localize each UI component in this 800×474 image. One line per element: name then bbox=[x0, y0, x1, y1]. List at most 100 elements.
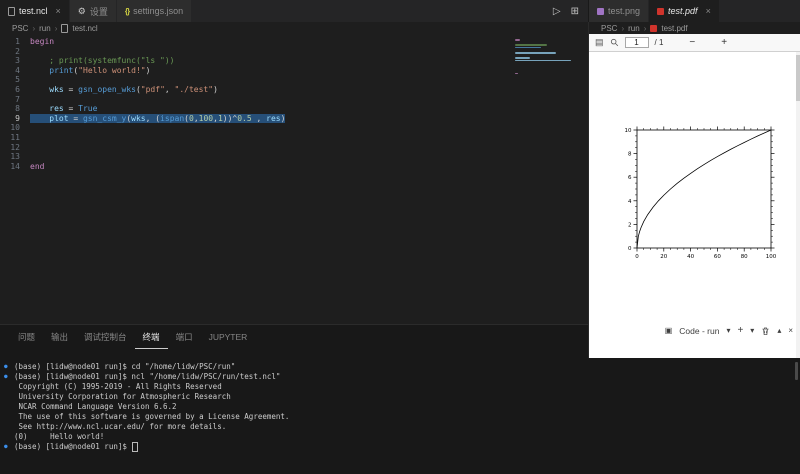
tab-settings-json[interactable]: {} settings.json bbox=[117, 0, 192, 22]
kill-terminal-icon[interactable] bbox=[761, 326, 770, 336]
close-panel-button[interactable]: × bbox=[788, 326, 793, 335]
zoom-out-button[interactable]: − bbox=[689, 37, 695, 48]
tab-label: test.ncl bbox=[19, 6, 48, 16]
code-line[interactable]: 10 bbox=[0, 123, 285, 133]
svg-text:2: 2 bbox=[628, 222, 632, 228]
panel-header: 问题 输出 调试控制台 终端 端口 JUPYTER bbox=[0, 324, 588, 358]
code-line[interactable]: 13 bbox=[0, 152, 285, 162]
tab-label: 设置 bbox=[90, 5, 108, 18]
code-line[interactable]: 12 bbox=[0, 143, 285, 153]
page-total-label: / 1 bbox=[655, 38, 664, 47]
breadcrumb-item[interactable]: PSC bbox=[601, 24, 617, 33]
code-line[interactable]: 6 wks = gsn_open_wks("pdf", "./test") bbox=[0, 85, 285, 95]
terminal-line-gutter bbox=[4, 402, 14, 412]
new-terminal-button[interactable]: + bbox=[737, 325, 743, 336]
vscode-window: test.ncl × ⚙ 设置 {} settings.json ▷ ⊞ tes… bbox=[0, 0, 800, 474]
panel-tab-terminal[interactable]: 终端 bbox=[135, 325, 168, 349]
code-line[interactable]: 11 bbox=[0, 133, 285, 143]
close-icon[interactable]: × bbox=[706, 6, 711, 16]
minimap-line bbox=[515, 73, 518, 75]
pdf-chart: 0204060801000246810 bbox=[611, 122, 787, 278]
terminal-line: ●(base) [lidw@node01 run]$ ncl "/home/li… bbox=[4, 372, 800, 382]
code-line[interactable]: 7 bbox=[0, 95, 285, 105]
split-editor-button[interactable]: ⊞ bbox=[571, 6, 579, 17]
command-decoration-dot: ● bbox=[4, 362, 14, 372]
svg-text:8: 8 bbox=[628, 152, 632, 158]
pdf-toolbar: ▤ / 1 − + bbox=[589, 34, 800, 52]
svg-text:4: 4 bbox=[628, 199, 632, 205]
terminal-line: (0) Hello world! bbox=[4, 432, 800, 442]
svg-text:20: 20 bbox=[660, 254, 667, 260]
breadcrumb-item[interactable]: run bbox=[39, 24, 51, 33]
panel-tab-problems[interactable]: 问题 bbox=[10, 325, 43, 349]
chevron-right-icon: › bbox=[621, 24, 624, 33]
terminal-content: ●(base) [lidw@node01 run]$ cd "/home/lid… bbox=[4, 362, 800, 452]
terminal-scrollbar[interactable] bbox=[795, 362, 798, 380]
tab-test-ncl[interactable]: test.ncl × bbox=[0, 0, 70, 22]
minimap-line bbox=[515, 44, 547, 46]
left-tab-group: test.ncl × ⚙ 设置 {} settings.json ▷ ⊞ bbox=[0, 0, 588, 22]
terminal-launch-dropdown-icon[interactable]: ▾ bbox=[750, 326, 754, 335]
code-line[interactable]: 4 print("Hello world!") bbox=[0, 66, 285, 76]
tab-test-png[interactable]: test.png bbox=[589, 0, 649, 22]
panel-tab-output[interactable]: 输出 bbox=[43, 325, 76, 349]
zoom-in-button[interactable]: + bbox=[721, 37, 727, 48]
pdf-scrollbar-thumb[interactable] bbox=[796, 55, 800, 101]
svg-text:0: 0 bbox=[635, 254, 639, 260]
terminal-line: ●(base) [lidw@node01 run]$ cd "/home/lid… bbox=[4, 362, 800, 372]
terminal-profile-icon: ▣ bbox=[665, 326, 673, 335]
code-line[interactable]: 9 plot = gsn_csm_y(wks, (ispan(0,100,1))… bbox=[0, 114, 285, 124]
code-line[interactable]: 5 bbox=[0, 75, 285, 85]
editor-tab-bar: test.ncl × ⚙ 设置 {} settings.json ▷ ⊞ tes… bbox=[0, 0, 800, 22]
terminal-line-gutter bbox=[4, 432, 14, 442]
pdf-page[interactable]: 0204060801000246810 bbox=[589, 52, 800, 358]
ncl-file-icon bbox=[8, 7, 15, 16]
panel-tab-debug-console[interactable]: 调试控制台 bbox=[76, 325, 135, 349]
panel-tabs: 问题 输出 调试控制台 终端 端口 JUPYTER bbox=[0, 325, 588, 349]
minimap-line bbox=[515, 52, 556, 54]
svg-text:80: 80 bbox=[741, 254, 748, 260]
terminal-line: Copyright (C) 1995-2019 - All Rights Res… bbox=[4, 382, 800, 392]
pdf-file-icon bbox=[650, 25, 657, 32]
terminal-line: University Corporation for Atmospheric R… bbox=[4, 392, 800, 402]
breadcrumb-item[interactable]: run bbox=[628, 24, 640, 33]
breadcrumb-item[interactable]: PSC bbox=[12, 24, 28, 33]
chevron-right-icon: › bbox=[32, 24, 35, 33]
terminal-line-gutter bbox=[4, 382, 14, 392]
panel-tab-jupyter[interactable]: JUPYTER bbox=[201, 325, 256, 349]
breadcrumb-item[interactable]: test.ncl bbox=[72, 24, 97, 33]
code-line[interactable]: 3 ; print(systemfunc("ls ")) bbox=[0, 56, 285, 66]
svg-text:100: 100 bbox=[766, 254, 777, 260]
svg-text:0: 0 bbox=[628, 246, 632, 252]
svg-text:10: 10 bbox=[625, 128, 632, 134]
tab-label: settings.json bbox=[133, 6, 183, 16]
terminal-profile-label[interactable]: Code - run bbox=[679, 326, 719, 336]
maximize-panel-button[interactable]: ▴ bbox=[777, 326, 781, 335]
page-number-input[interactable] bbox=[625, 37, 649, 48]
minimap-line bbox=[515, 57, 530, 59]
command-decoration-dot: ● bbox=[4, 442, 14, 452]
code-line[interactable]: 8 res = True bbox=[0, 104, 285, 114]
search-icon[interactable] bbox=[610, 38, 619, 47]
code-line[interactable]: 2 bbox=[0, 47, 285, 57]
minimap-line bbox=[515, 39, 520, 41]
chevron-down-icon[interactable]: ▾ bbox=[726, 326, 730, 335]
terminal[interactable]: ●(base) [lidw@node01 run]$ cd "/home/lid… bbox=[0, 358, 800, 474]
sidebar-toggle-icon[interactable]: ▤ bbox=[595, 37, 604, 48]
close-icon[interactable]: × bbox=[56, 6, 61, 16]
tab-test-pdf[interactable]: test.pdf × bbox=[649, 0, 720, 22]
code-line[interactable]: 1begin bbox=[0, 37, 285, 47]
run-button[interactable]: ▷ bbox=[553, 6, 561, 17]
minimap[interactable] bbox=[515, 39, 575, 74]
terminal-line: The use of this software is governed by … bbox=[4, 412, 800, 422]
pdf-scrollbar[interactable] bbox=[796, 52, 800, 358]
panel-tab-ports[interactable]: 端口 bbox=[168, 325, 201, 349]
breadcrumb-item[interactable]: test.pdf bbox=[661, 24, 687, 33]
code-line[interactable]: 14end bbox=[0, 162, 285, 172]
code-editor[interactable]: 1begin23 ; print(systemfunc("ls "))4 pri… bbox=[0, 35, 588, 324]
main-area: PSC › run › test.ncl 1begin23 ; print(sy… bbox=[0, 22, 800, 358]
tab-settings[interactable]: ⚙ 设置 bbox=[70, 0, 117, 22]
gear-icon: ⚙ bbox=[78, 6, 86, 17]
terminal-line: ●(base) [lidw@node01 run]$ bbox=[4, 442, 800, 452]
terminal-line: See http://www.ncl.ucar.edu/ for more de… bbox=[4, 422, 800, 432]
